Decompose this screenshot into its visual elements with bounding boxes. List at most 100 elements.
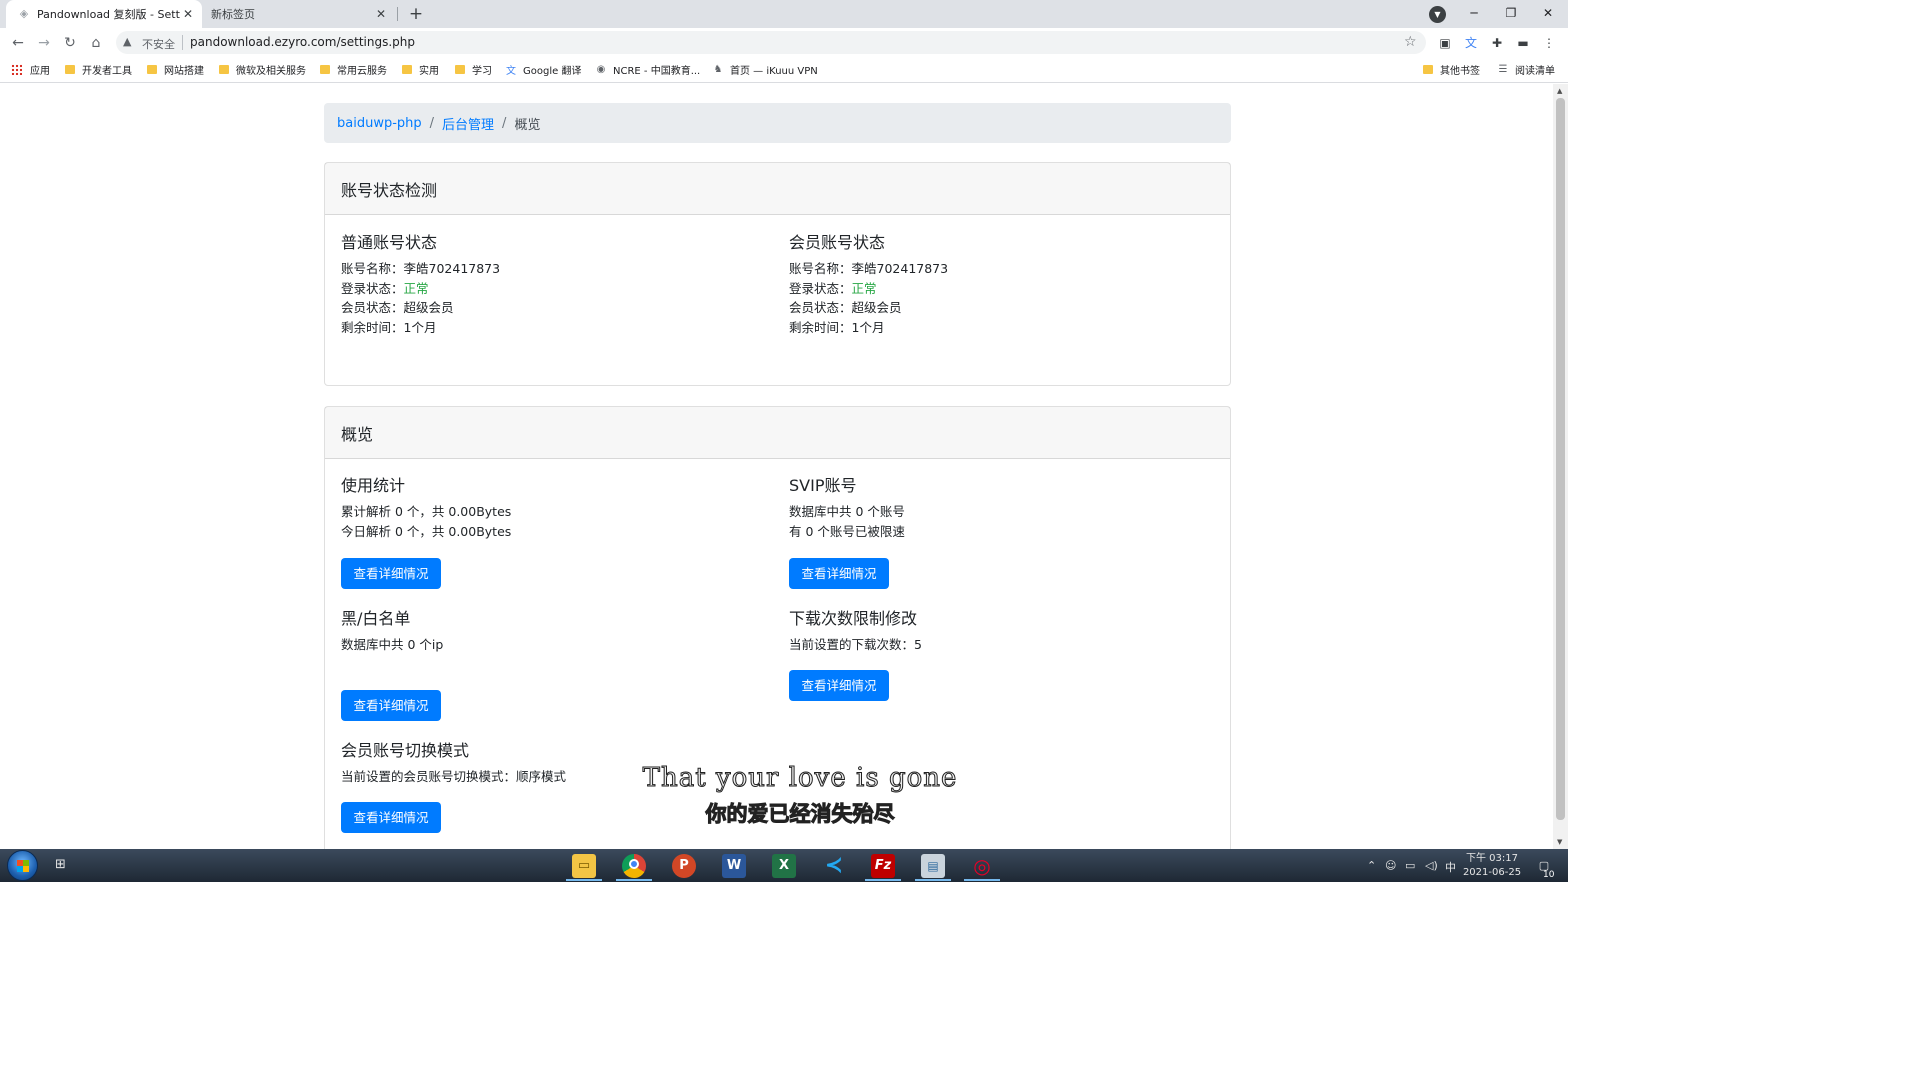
taskbar-netease-music[interactable]: ◎ — [960, 851, 1004, 881]
start-button[interactable] — [7, 850, 38, 881]
bookmark-label: 应用 — [30, 65, 50, 77]
taskbar-clock[interactable]: 下午 03:17 2021-06-25 — [1462, 852, 1522, 880]
back-arrow-icon[interactable]: ← — [7, 32, 29, 54]
account-name-value: 李皓702417873 — [851, 261, 949, 276]
account-status-card: 账号状态检测 普通账号状态 账号名称：李皓702417873 登录状态：正常 会… — [324, 162, 1231, 386]
account-name-row: 账号名称：李皓702417873 — [341, 261, 501, 276]
filezilla-icon: Fz — [871, 854, 895, 878]
qq-tray-icon[interactable]: ☺ — [1385, 859, 1396, 872]
section-title: 普通账号状态 — [341, 233, 438, 252]
windows-logo-icon — [17, 860, 29, 872]
translate-extension-icon[interactable]: 文 — [1462, 34, 1480, 52]
network-icon[interactable]: ▭ — [1405, 859, 1415, 872]
action-center-icon[interactable]: ▢ 10 — [1534, 856, 1555, 880]
download-limit-details-button[interactable]: 查看详细情况 — [789, 670, 889, 701]
svip-details-button[interactable]: 查看详细情况 — [789, 558, 889, 589]
volume-icon[interactable]: ◁) — [1425, 859, 1438, 872]
blacklist-section: 黑/白名单 数据库中共 0 个ip — [341, 609, 781, 655]
page-viewport: baiduwp-php / 后台管理 / 概览 账号状态检测 普通账号状态 账号… — [0, 84, 1553, 849]
minimize-icon[interactable]: ─ — [1456, 0, 1492, 28]
account-name-value: 李皓702417873 — [403, 261, 501, 276]
bookmark-ikuuu[interactable]: ♞ 首页 — iKuuu VPN — [712, 62, 818, 77]
security-label[interactable]: 不安全 — [142, 36, 175, 52]
taskbar-excel[interactable]: X — [762, 851, 806, 881]
forward-arrow-icon[interactable]: → — [33, 32, 55, 54]
bookmark-google-translate[interactable]: 文 Google 翻译 — [505, 62, 582, 77]
globe-icon: ◉ — [596, 63, 606, 75]
tab-close-icon[interactable]: ✕ — [373, 6, 389, 22]
tray-expand-icon[interactable]: ⌃ — [1367, 859, 1376, 872]
url-text[interactable]: pandownload.ezyro.com/settings.php — [190, 35, 415, 49]
blacklist-details-button[interactable]: 查看详细情况 — [341, 690, 441, 721]
tab-new-tab[interactable]: 新标签页 ✕ — [203, 0, 395, 28]
bookmark-folder-devtools[interactable]: 开发者工具 — [65, 62, 132, 77]
subtitle-english: That your love is gone — [642, 763, 958, 794]
bookmark-folder-study[interactable]: 学习 — [455, 62, 492, 77]
bookmark-label: 学习 — [472, 65, 492, 77]
card-header: 账号状态检测 — [325, 163, 1230, 215]
bookmark-label: Google 翻译 — [523, 65, 582, 77]
taskbar-vscode[interactable]: ≺ — [812, 851, 856, 881]
subtitle-chinese: 你的爱已经消失殆尽 — [705, 802, 895, 827]
tab-close-icon[interactable]: ✕ — [180, 6, 196, 22]
bookmark-label: 开发者工具 — [82, 65, 132, 77]
bookmark-label: 首页 — iKuuu VPN — [730, 65, 818, 77]
home-icon[interactable]: ⌂ — [85, 32, 107, 54]
breadcrumb-link-admin[interactable]: 后台管理 — [442, 114, 494, 133]
folder-icon — [1423, 64, 1433, 74]
reading-list[interactable]: ☰ 阅读清单 — [1497, 62, 1555, 77]
taskbar-chrome[interactable] — [612, 851, 656, 881]
scroll-up-icon[interactable]: ▲ — [1557, 87, 1562, 95]
switch-mode-details-button[interactable]: 查看详细情况 — [341, 802, 441, 833]
usage-details-button[interactable]: 查看详细情况 — [341, 558, 441, 589]
vip-status-row: 会员状态：超级会员 — [341, 300, 454, 316]
bookmark-other[interactable]: 其他书签 — [1423, 62, 1480, 77]
breadcrumb-separator: / — [429, 115, 435, 131]
restore-icon[interactable]: ❐ — [1493, 0, 1529, 28]
page-favicon-icon: ◈ — [19, 7, 29, 20]
bookmark-folder-useful[interactable]: 实用 — [402, 62, 439, 77]
bookmark-star-icon[interactable]: ☆ — [1404, 34, 1417, 50]
taskbar-word[interactable]: W — [712, 851, 756, 881]
vip-status-row: 会员状态：超级会员 — [789, 300, 902, 316]
tab-strip: ◈ Pandownload 复刻版 - Settings ✕ 新标签页 ✕ + … — [0, 0, 1568, 28]
puzzle-extensions-icon[interactable]: ✚ — [1488, 34, 1506, 52]
tab-settings[interactable]: ◈ Pandownload 复刻版 - Settings ✕ — [6, 0, 202, 28]
address-divider — [182, 35, 183, 50]
bookmark-ncre[interactable]: ◉ NCRE - 中国教育... — [595, 62, 701, 77]
section-title: 会员账号切换模式 — [341, 741, 470, 760]
taskbar-task-manager[interactable]: ▤ — [911, 851, 955, 881]
scrollbar-thumb[interactable] — [1556, 98, 1565, 820]
taskbar-file-explorer[interactable]: ▭ — [562, 851, 606, 881]
media-control-icon[interactable]: ▬ — [1514, 34, 1532, 52]
bookmark-folder-cloud[interactable]: 常用云服务 — [320, 62, 387, 77]
reload-icon[interactable]: ↻ — [59, 32, 81, 54]
breadcrumb: baiduwp-php / 后台管理 / 概览 — [324, 103, 1231, 143]
tab-search-icon[interactable]: ▼ — [1429, 6, 1446, 23]
account-name-row: 账号名称：李皓702417873 — [789, 261, 949, 276]
scroll-down-icon[interactable]: ▼ — [1557, 838, 1562, 846]
remaining-time-value: 1个月 — [403, 319, 437, 335]
bookmark-apps[interactable]: 应用 — [11, 62, 50, 77]
page-scrollbar[interactable]: ▲ ▼ — [1553, 84, 1568, 849]
notification-count: 10 — [1543, 870, 1555, 880]
normal-account-status: 普通账号状态 账号名称：李皓702417873 登录状态：正常 会员状态：超级会… — [341, 233, 781, 337]
taskbar-filezilla[interactable]: Fz — [861, 851, 905, 881]
new-tab-plus-icon[interactable]: + — [406, 4, 426, 24]
task-view-icon[interactable]: ⊞ — [55, 857, 66, 872]
google-translate-icon: 文 — [506, 65, 516, 77]
bookmark-folder-microsoft[interactable]: 微软及相关服务 — [219, 62, 306, 77]
warning-triangle-icon[interactable]: ▲ — [123, 35, 131, 48]
folder-icon — [65, 64, 75, 74]
close-window-icon[interactable]: ✕ — [1530, 0, 1566, 28]
ime-indicator[interactable]: 中 — [1445, 859, 1456, 875]
folder-icon — [219, 64, 229, 74]
svip-limited-stat: 有 0 个账号已被限速 — [789, 523, 905, 539]
powerpoint-icon: P — [672, 854, 696, 878]
browser-menu-icon[interactable]: ⋮ — [1540, 34, 1558, 52]
bookmark-label: NCRE - 中国教育... — [613, 65, 701, 77]
bookmark-folder-site[interactable]: 网站搭建 — [147, 62, 204, 77]
breadcrumb-link-home[interactable]: baiduwp-php — [337, 116, 422, 131]
taskbar-powerpoint[interactable]: P — [662, 851, 706, 881]
extension-icon[interactable]: ▣ — [1436, 34, 1454, 52]
